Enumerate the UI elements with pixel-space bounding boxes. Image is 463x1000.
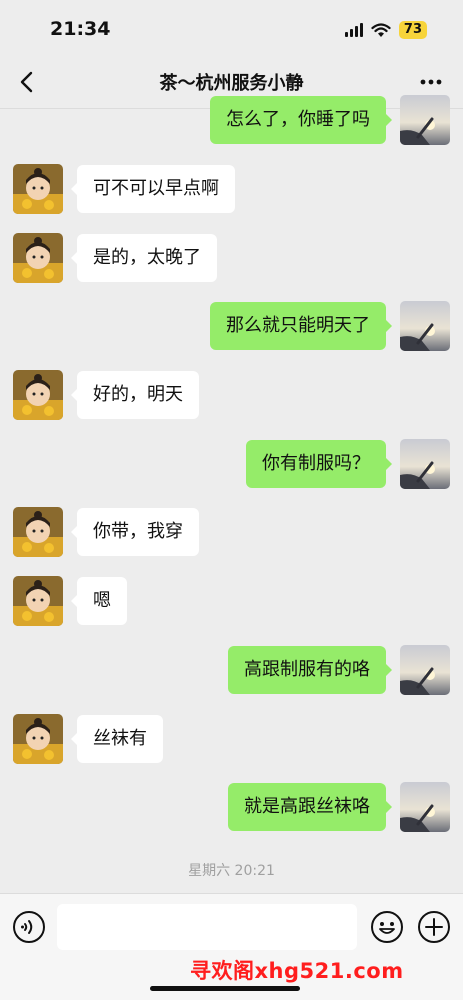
message-received: 嗯 <box>0 576 463 626</box>
self-avatar[interactable] <box>400 782 450 832</box>
watermark: 寻欢阁xhg521.com <box>190 959 404 983</box>
message-sent: 就是高跟丝袜咯 <box>0 782 463 832</box>
message-bubble[interactable]: 高跟制服有的咯 <box>228 646 392 694</box>
message-bubble[interactable]: 就是高跟丝袜咯 <box>228 783 392 831</box>
message-received: 好的，明天 <box>0 370 463 420</box>
home-indicator[interactable] <box>150 986 300 991</box>
signal-icon <box>344 23 363 37</box>
message-sent: 高跟制服有的咯 <box>0 645 463 695</box>
chat-screen: 21:34 73 茶～杭州服务小静 怎么了，你睡了吗 可不可以早点啊 是的，太晚… <box>0 0 463 1000</box>
message-received: 是的，太晚了 <box>0 233 463 283</box>
message-bubble[interactable]: 可不可以早点啊 <box>71 165 235 213</box>
contact-avatar[interactable] <box>13 164 63 214</box>
self-avatar[interactable] <box>400 95 450 145</box>
message-bubble[interactable]: 嗯 <box>71 577 127 625</box>
ellipsis-icon[interactable] <box>417 68 445 96</box>
message-bubble[interactable]: 怎么了，你睡了吗 <box>210 96 392 144</box>
status-icons: 73 <box>344 20 427 40</box>
message-bubble[interactable]: 好的，明天 <box>71 371 199 419</box>
message-bubble[interactable]: 你有制服吗？ <box>246 440 392 488</box>
message-sent: 那么就只能明天了 <box>0 301 463 351</box>
wifi-icon <box>371 22 391 37</box>
message-timestamp: 星期六 20:21 <box>188 863 275 879</box>
message-bubble[interactable]: 你带，我穿 <box>71 508 199 556</box>
contact-avatar[interactable] <box>13 576 63 626</box>
voice-icon[interactable] <box>12 910 46 944</box>
status-bar: 21:34 73 <box>0 0 463 56</box>
self-avatar[interactable] <box>400 439 450 489</box>
emoji-icon[interactable] <box>370 910 404 944</box>
plus-icon[interactable] <box>417 910 451 944</box>
contact-avatar[interactable] <box>13 714 63 764</box>
chevron-left-icon[interactable] <box>14 68 42 96</box>
message-received: 丝袜有 <box>0 714 463 764</box>
message-received: 可不可以早点啊 <box>0 164 463 214</box>
contact-avatar[interactable] <box>13 233 63 283</box>
message-bubble[interactable]: 丝袜有 <box>71 715 163 763</box>
self-avatar[interactable] <box>400 301 450 351</box>
message-input[interactable] <box>57 904 357 950</box>
contact-avatar[interactable] <box>13 370 63 420</box>
status-time: 21:34 <box>50 18 111 40</box>
chat-title: 茶～杭州服务小静 <box>159 73 304 94</box>
message-bubble[interactable]: 是的，太晚了 <box>71 234 217 282</box>
battery-indicator: 73 <box>398 21 427 39</box>
contact-avatar[interactable] <box>13 507 63 557</box>
message-sent: 你有制服吗？ <box>0 439 463 489</box>
message-sent: 怎么了，你睡了吗 <box>0 95 463 145</box>
message-bubble[interactable]: 那么就只能明天了 <box>210 302 392 350</box>
message-received: 你带，我穿 <box>0 507 463 557</box>
self-avatar[interactable] <box>400 645 450 695</box>
